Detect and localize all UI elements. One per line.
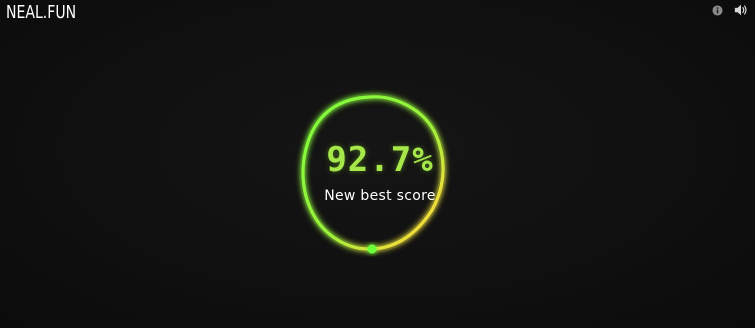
drawn-circle-start-point: [367, 244, 377, 254]
new-best-score-label: New best score: [324, 188, 436, 204]
score-display: 92.7%: [300, 140, 460, 180]
score-value: 92.7%: [326, 140, 434, 180]
